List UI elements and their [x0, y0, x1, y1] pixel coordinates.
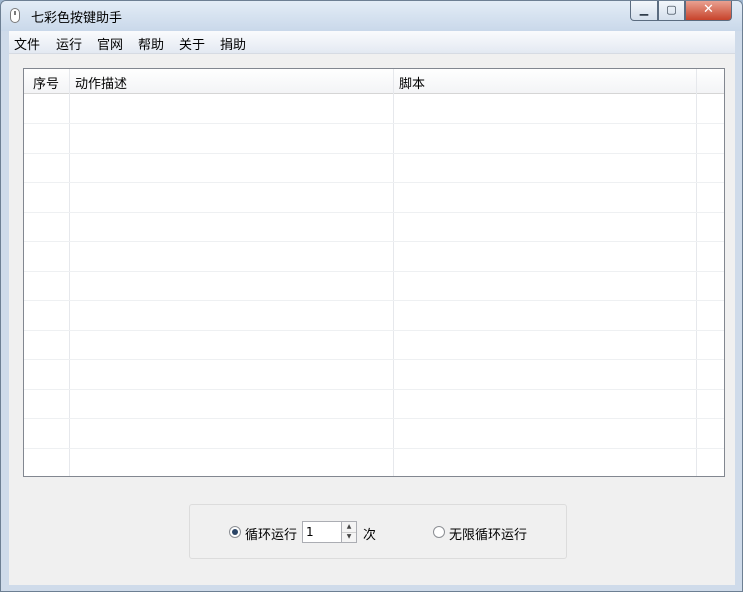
infinite-loop-radio[interactable] — [433, 526, 445, 538]
loop-run-radio[interactable] — [229, 526, 241, 538]
app-window: 七彩色按键助手 ▁ ▢ ✕ 文件 运行 官网 帮助 关于 捐助 序号 动作描述 … — [0, 0, 743, 592]
row-gridline — [24, 271, 724, 272]
count-unit-label: 次 — [363, 528, 377, 543]
menu-about[interactable]: 关于 — [179, 34, 205, 53]
menu-file[interactable]: 文件 — [14, 34, 40, 53]
row-gridline — [24, 330, 724, 331]
menu-donate[interactable]: 捐助 — [220, 34, 246, 53]
list-header: 序号 动作描述 脚本 — [24, 69, 724, 94]
row-gridline — [24, 300, 724, 301]
column-header-index[interactable]: 序号 — [33, 73, 59, 92]
title-bar[interactable]: 七彩色按键助手 ▁ ▢ ✕ — [1, 1, 742, 31]
column-header-script[interactable]: 脚本 — [399, 73, 425, 92]
column-header-description[interactable]: 动作描述 — [75, 73, 127, 92]
menu-bar: 文件 运行 官网 帮助 关于 捐助 — [9, 31, 735, 54]
maximize-button[interactable]: ▢ — [658, 1, 685, 21]
row-gridline — [24, 448, 724, 449]
row-gridline — [24, 418, 724, 419]
row-gridline — [24, 182, 724, 183]
infinite-loop-label[interactable]: 无限循环运行 — [449, 524, 527, 543]
row-gridline — [24, 123, 724, 124]
column-divider — [696, 69, 697, 476]
close-button[interactable]: ✕ — [685, 1, 732, 21]
spin-down-button[interactable]: ▼ — [342, 532, 356, 542]
menu-website[interactable]: 官网 — [97, 34, 123, 53]
column-divider — [69, 69, 70, 476]
row-gridline — [24, 212, 724, 213]
row-gridline — [24, 153, 724, 154]
column-divider — [393, 69, 394, 476]
row-gridline — [24, 241, 724, 242]
window-title: 七彩色按键助手 — [31, 11, 123, 26]
action-list[interactable]: 序号 动作描述 脚本 — [23, 68, 725, 477]
menu-help[interactable]: 帮助 — [138, 34, 164, 53]
row-gridline — [24, 389, 724, 390]
client-area: 文件 运行 官网 帮助 关于 捐助 序号 动作描述 脚本 循环运行 1 ▲ ▼ … — [9, 31, 735, 585]
run-options-group: 循环运行 ▲ ▼ 次 无限循环运行 — [189, 504, 567, 559]
radio-selected-dot — [232, 529, 238, 535]
row-gridline — [24, 359, 724, 360]
loop-count-spinner: ▲ ▼ — [341, 521, 357, 543]
menu-run[interactable]: 运行 — [56, 34, 82, 53]
loop-count-input[interactable] — [302, 521, 342, 543]
mouse-icon — [10, 8, 20, 23]
minimize-button[interactable]: ▁ — [630, 1, 658, 21]
loop-run-label[interactable]: 循环运行 — [245, 524, 297, 543]
